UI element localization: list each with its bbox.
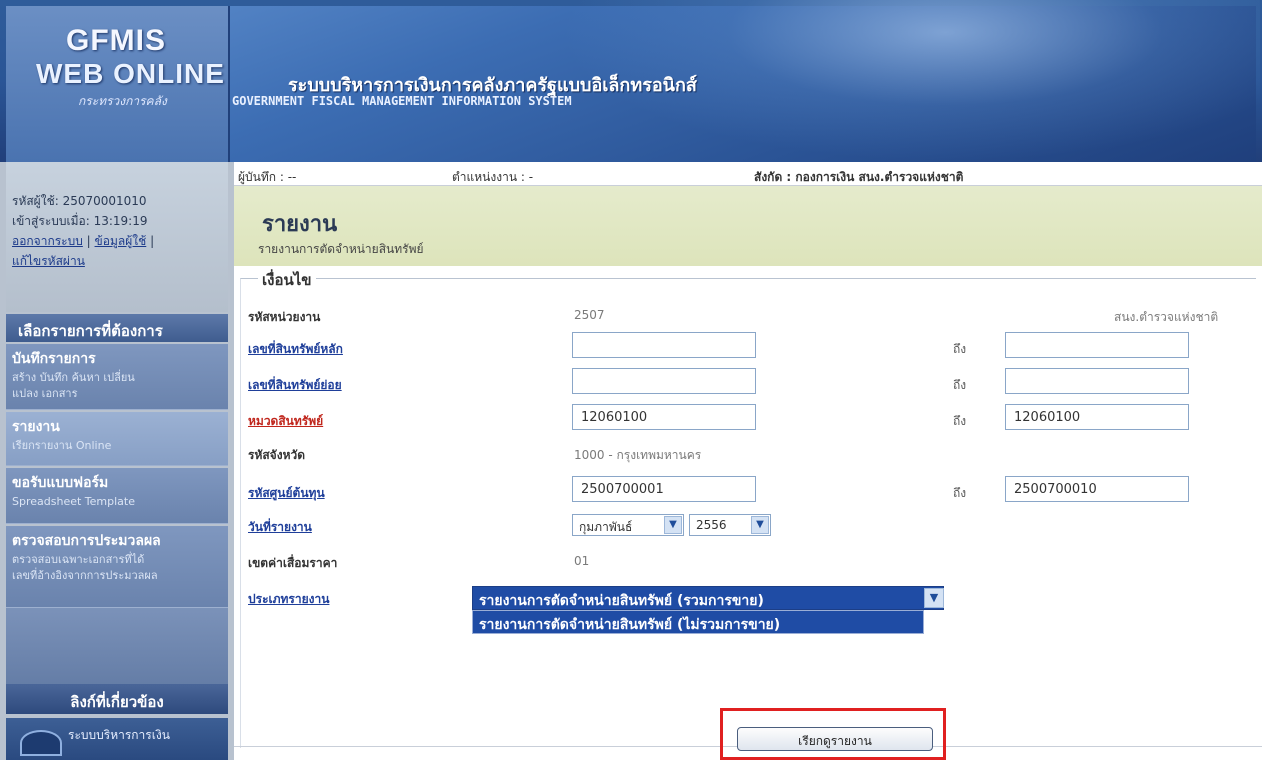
title-panel: รายงาน รายงานการตัดจำหน่ายสินทรัพย์ xyxy=(234,186,1262,266)
menu-item-record-title: บันทึกรายการ xyxy=(12,351,96,367)
cost-center-to-input[interactable] xyxy=(1005,476,1189,502)
main-asset-to-label: ถึง xyxy=(953,342,967,356)
related-link-label: ระบบบริหารการเงิน xyxy=(68,728,170,742)
agency-code-label: รหัสหน่วยงาน xyxy=(248,310,321,324)
user-info-box: รหัสผู้ใช้: 25070001010 เข้าสู่ระบบเมื่อ… xyxy=(6,162,228,312)
page-title: รายงาน xyxy=(262,212,338,237)
report-type-dropdown[interactable]: รายงานการตัดจำหน่ายสินทรัพย์ (รวมการขาย)… xyxy=(472,586,944,634)
main-asset-to-input[interactable] xyxy=(1005,332,1189,358)
position-info: ตำแหน่งงาน : - xyxy=(452,170,534,184)
menu-item-forms[interactable]: ขอรับแบบฟอร์ม Spreadsheet Template xyxy=(6,468,228,524)
chevron-down-icon: ▼ xyxy=(751,516,769,534)
menu-item-processing-title: ตรวจสอบการประมวลผล xyxy=(12,533,161,549)
main-asset-label[interactable]: เลขที่สินทรัพย์หลัก xyxy=(248,340,343,359)
chevron-down-icon[interactable]: ▼ xyxy=(924,588,944,608)
sub-asset-from-input[interactable] xyxy=(572,368,756,394)
system-title-english: GOVERNMENT FISCAL MANAGEMENT INFORMATION… xyxy=(232,94,572,108)
profile-link[interactable]: ข้อมูลผู้ใช้ xyxy=(95,234,147,248)
user-links-2: แก้ไขรหัสผ่าน xyxy=(12,252,228,272)
main-content: ผู้บันทึก : -- ตำแหน่งงาน : - สังกัด : ก… xyxy=(234,162,1262,760)
info-bar: ผู้บันทึก : -- ตำแหน่งงาน : - สังกัด : ก… xyxy=(234,162,1262,186)
related-links-heading: ลิงก์ที่เกี่ยวข้อง xyxy=(6,684,228,714)
page-subtitle: รายงานการตัดจำหน่ายสินทรัพย์ xyxy=(258,242,424,256)
report-year-value: 2556 xyxy=(696,518,727,532)
agency-name-value: สนง.ตำรวจแห่งชาติ xyxy=(1114,310,1219,324)
menu-item-record[interactable]: บันทึกรายการ สร้าง บันทึก ค้นหา เปลี่ยน … xyxy=(6,344,228,410)
user-code: รหัสผู้ใช้: 25070001010 xyxy=(12,194,147,208)
agency-code-value: 2507 xyxy=(574,308,605,322)
logout-link[interactable]: ออกจากระบบ xyxy=(12,234,83,248)
sub-asset-label[interactable]: เลขที่สินทรัพย์ย่อย xyxy=(248,376,342,395)
view-report-button[interactable]: เรียกดูรายงาน xyxy=(737,727,933,751)
cost-center-label[interactable]: รหัสศูนย์ต้นทุน xyxy=(248,484,325,503)
report-type-label[interactable]: ประเภทรายงาน xyxy=(248,590,329,609)
login-time: เข้าสู่ระบบเมื่อ: 13:19:19 xyxy=(12,214,148,228)
sub-asset-to-label: ถึง xyxy=(953,378,967,392)
menu-item-report[interactable]: รายงาน เรียกรายงาน Online xyxy=(6,412,228,466)
menu-item-forms-title: ขอรับแบบฟอร์ม xyxy=(12,475,109,491)
report-date-label[interactable]: วันที่รายงาน xyxy=(248,518,312,537)
affiliation-info: สังกัด : กองการเงิน สนง.ตำรวจแห่งชาติ xyxy=(754,170,964,184)
menu-heading: เลือกรายการที่ต้องการ xyxy=(6,314,228,342)
report-type-option[interactable]: รายงานการตัดจำหน่ายสินทรัพย์ (ไม่รวมการข… xyxy=(472,610,924,634)
report-month-value: กุมภาพันธ์ xyxy=(579,520,633,534)
asset-category-to-label: ถึง xyxy=(953,414,967,428)
gfmis-small-logo-icon xyxy=(20,730,62,756)
gfmis-logo: GFMIS WEB ONLINE กระทรวงการคลัง xyxy=(6,6,230,162)
logo-ministry-text: กระทรวงการคลัง xyxy=(78,94,167,108)
report-type-selected-text: รายงานการตัดจำหน่ายสินทรัพย์ (รวมการขาย) xyxy=(479,593,764,609)
menu-item-record-sub2: แปลง เอกสาร xyxy=(12,387,78,400)
depreciation-area-value: 01 xyxy=(574,554,590,568)
menu-item-report-title: รายงาน xyxy=(12,419,60,435)
cost-center-to-label: ถึง xyxy=(953,486,967,500)
report-button-highlight: เรียกดูรายงาน xyxy=(720,708,946,760)
cost-center-from-input[interactable] xyxy=(572,476,756,502)
menu-item-processing-sub2: เลขที่อ้างอิงจากการประมวลผล xyxy=(12,569,158,582)
logo-gfmis-text: GFMIS xyxy=(66,24,166,57)
asset-category-label[interactable]: หมวดสินทรัพย์ xyxy=(248,412,323,431)
sub-asset-to-input[interactable] xyxy=(1005,368,1189,394)
user-links: ออกจากระบบ | ข้อมูลผู้ใช้ | xyxy=(12,234,155,248)
chevron-down-icon: ▼ xyxy=(664,516,682,534)
conditions-legend: เงื่อนไข xyxy=(258,268,316,292)
menu-item-processing-sub1: ตรวจสอบเฉพาะเอกสารที่ได้ xyxy=(12,553,145,566)
recorder-info: ผู้บันทึก : -- xyxy=(238,170,297,184)
menu-item-forms-sub1: Spreadsheet Template xyxy=(12,495,135,508)
depreciation-area-label: เขตค่าเสื่อมราคา xyxy=(248,556,338,570)
logo-web-online-text: WEB ONLINE xyxy=(36,58,225,89)
menu-item-report-sub1: เรียกรายงาน Online xyxy=(12,439,112,452)
report-year-select[interactable]: 2556 ▼ xyxy=(689,514,771,536)
province-value: 1000 - กรุงเทพมหานคร xyxy=(574,448,702,462)
asset-category-from-input[interactable] xyxy=(572,404,756,430)
change-password-link[interactable]: แก้ไขรหัสผ่าน xyxy=(12,254,85,268)
province-label: รหัสจังหวัด xyxy=(248,448,306,462)
left-sidebar: รหัสผู้ใช้: 25070001010 เข้าสู่ระบบเมื่อ… xyxy=(0,162,234,760)
report-type-selected[interactable]: รายงานการตัดจำหน่ายสินทรัพย์ (รวมการขาย)… xyxy=(472,586,944,610)
related-link-gfmis[interactable]: ระบบบริหารการเงิน xyxy=(6,718,228,760)
main-asset-from-input[interactable] xyxy=(572,332,756,358)
report-month-select[interactable]: กุมภาพันธ์ ▼ xyxy=(572,514,684,536)
asset-category-to-input[interactable] xyxy=(1005,404,1189,430)
header-banner: GFMIS WEB ONLINE กระทรวงการคลัง ระบบบริห… xyxy=(0,0,1262,162)
menu-item-record-sub1: สร้าง บันทึก ค้นหา เปลี่ยน xyxy=(12,371,135,384)
menu-item-processing[interactable]: ตรวจสอบการประมวลผล ตรวจสอบเฉพาะเอกสารที่… xyxy=(6,526,228,608)
